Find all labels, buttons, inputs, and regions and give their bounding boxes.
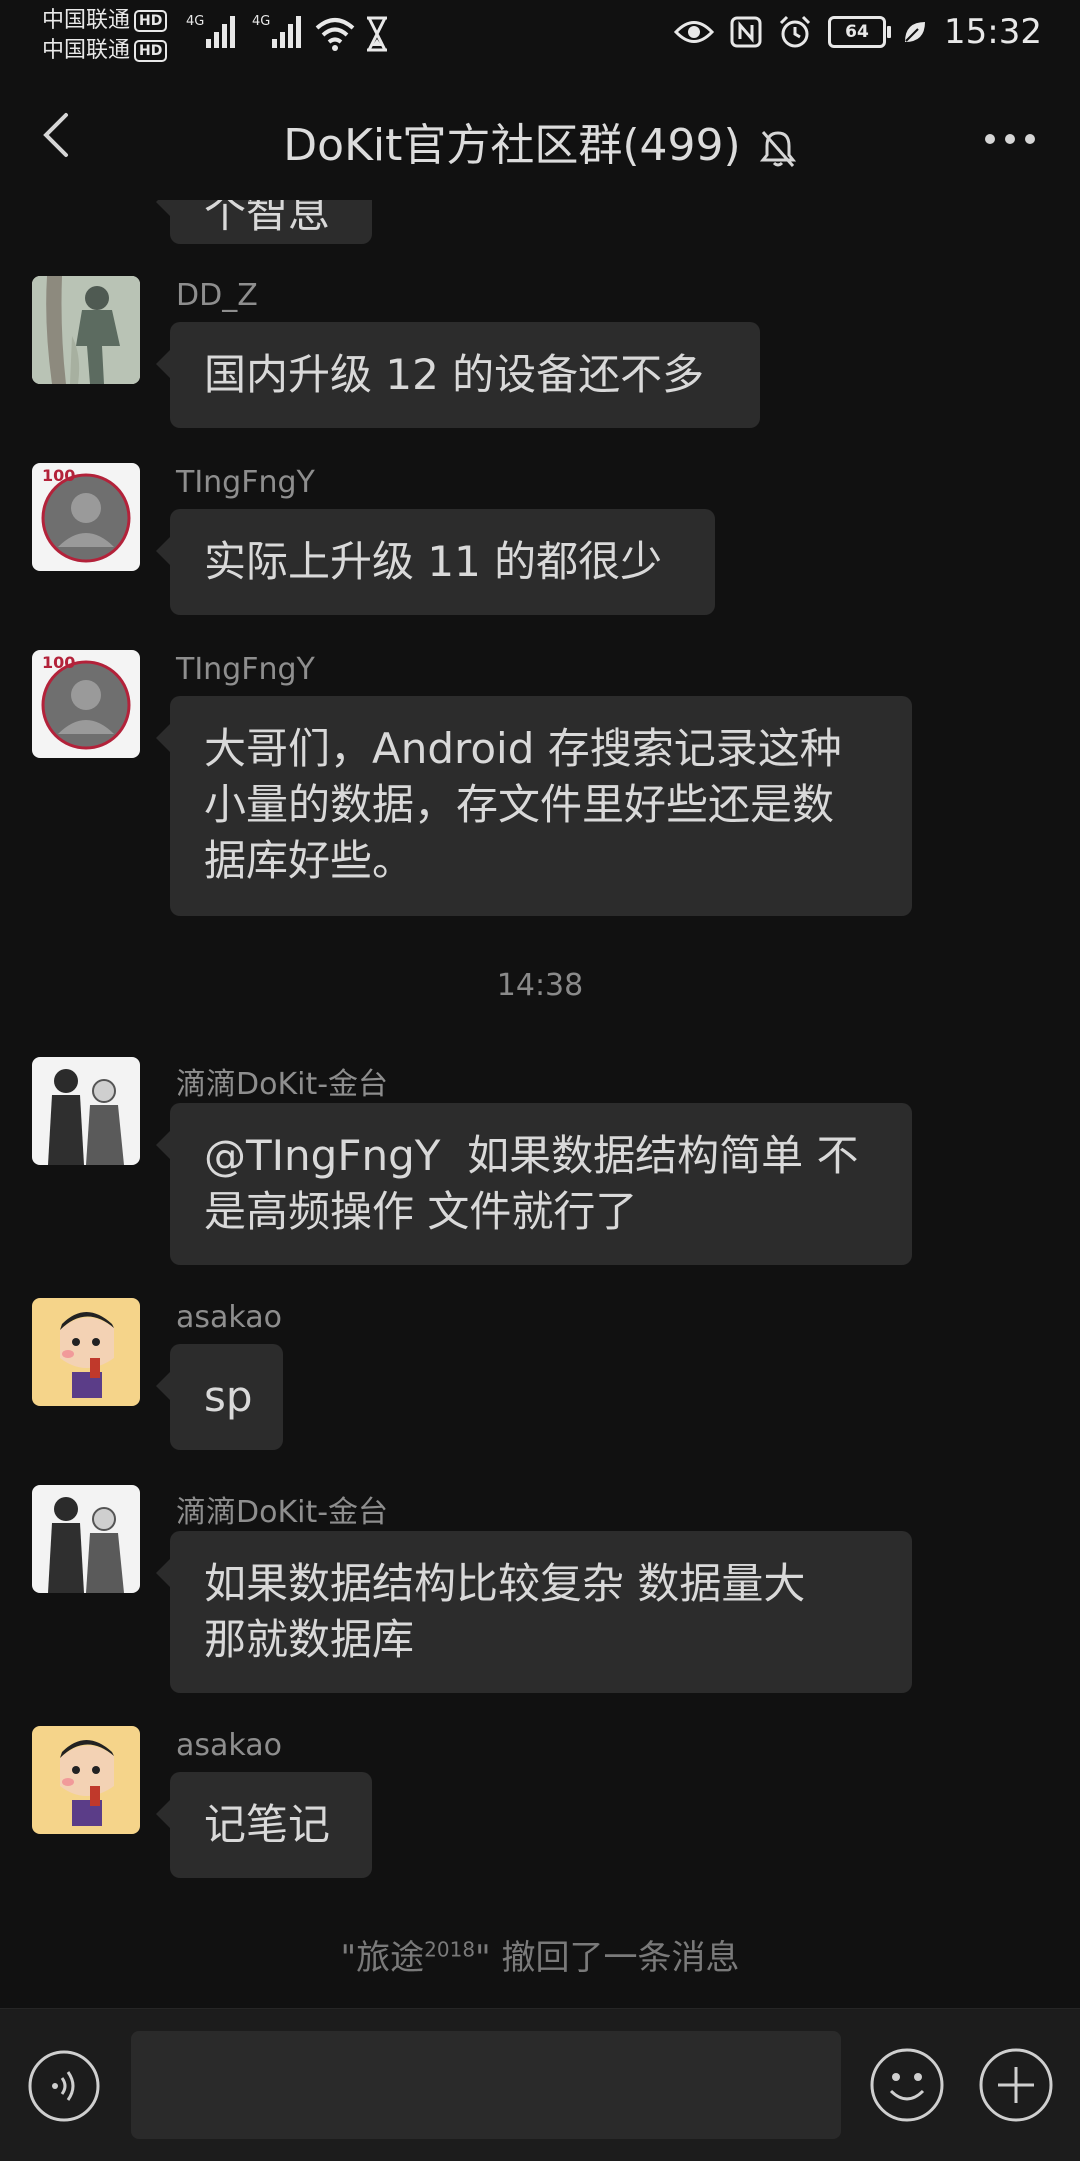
input-bar [0, 2008, 1080, 2161]
wifi-icon [315, 18, 355, 51]
message-bubble[interactable]: 实际上升级 11 的都很少 [156, 509, 715, 615]
signal-icon: 4G [252, 14, 302, 48]
message-bubble[interactable]: 大哥们，Android 存搜索记录这种 小量的数据，存文件里好些还是数 据库好些… [156, 696, 912, 916]
eye-icon [674, 21, 715, 43]
status-right: 64 15:32 [674, 12, 1042, 52]
recall-notice: "旅途2018" 撤回了一条消息 [340, 1937, 740, 1978]
signal-icon: 4G [186, 14, 236, 48]
sender-name: DD_Z [176, 278, 258, 313]
carrier-info: 中国联通 HD 中国联通 HD [42, 6, 168, 66]
duo-sketch-avatar[interactable] [32, 1485, 140, 1593]
cartoon-boy-avatar[interactable] [32, 1298, 140, 1406]
sender-name: TIngFngY [176, 465, 315, 500]
battery-icon: 64 [828, 16, 892, 48]
svg-text:100: 100 [42, 653, 75, 672]
message-bubble[interactable]: 如果数据结构比较复杂 数据量大 那就数据库 [156, 1531, 912, 1693]
message-bubble[interactable]: @TIngFngY 如果数据结构简单 不 是高频操作 文件就行了 [156, 1103, 912, 1265]
more-icon[interactable] [980, 109, 1040, 169]
message-input[interactable] [131, 2031, 841, 2139]
cartoon-boy-avatar[interactable] [32, 1726, 140, 1834]
message-bubble[interactable]: 个智息 [156, 200, 372, 244]
alarm-icon [779, 15, 811, 48]
default-person-avatar[interactable]: 100 [32, 650, 140, 758]
sender-name: 滴滴DoKit-金台 [176, 1495, 389, 1530]
carrier-2: 中国联通 [42, 38, 131, 63]
chat-title: DoKit官方社区群(499) [0, 109, 1080, 173]
message-list[interactable]: 个智息 DD_Z 国内升级 12 的设备还不多 100 TIngFngY 实际上… [0, 200, 1080, 2010]
nfc-icon [730, 16, 762, 48]
default-person-avatar[interactable]: 100 [32, 463, 140, 571]
carrier-1: 中国联通 [42, 8, 131, 33]
hd-badge: HD [134, 40, 168, 62]
voice-icon[interactable] [27, 2049, 101, 2123]
message-bubble[interactable]: 国内升级 12 的设备还不多 [156, 322, 760, 428]
svg-text:100: 100 [42, 466, 75, 485]
clock: 15:32 [944, 12, 1042, 52]
sender-name: asakao [176, 1300, 282, 1335]
message-bubble[interactable]: 记笔记 [156, 1772, 372, 1878]
duo-sketch-avatar[interactable] [32, 1057, 140, 1165]
time-divider: 14:38 [496, 968, 584, 1003]
mute-bell-icon [759, 131, 796, 167]
group-name: DoKit官方社区群(499) [283, 120, 741, 171]
emoji-icon[interactable] [869, 2047, 945, 2123]
hd-badge: HD [134, 10, 168, 32]
hourglass-icon [367, 16, 387, 52]
anime-figure-avatar[interactable] [32, 276, 140, 384]
status-bar: 中国联通 HD 中国联通 HD 4G 4G 64 15:32 [0, 0, 1080, 75]
sender-name: asakao [176, 1728, 282, 1763]
chat-header: DoKit官方社区群(499) [0, 75, 1080, 200]
message-bubble[interactable]: sp [156, 1344, 283, 1450]
leaf-icon [905, 22, 926, 42]
sender-name: 滴滴DoKit-金台 [176, 1067, 389, 1102]
plus-icon[interactable] [978, 2047, 1054, 2123]
sender-name: TIngFngY [176, 652, 315, 687]
